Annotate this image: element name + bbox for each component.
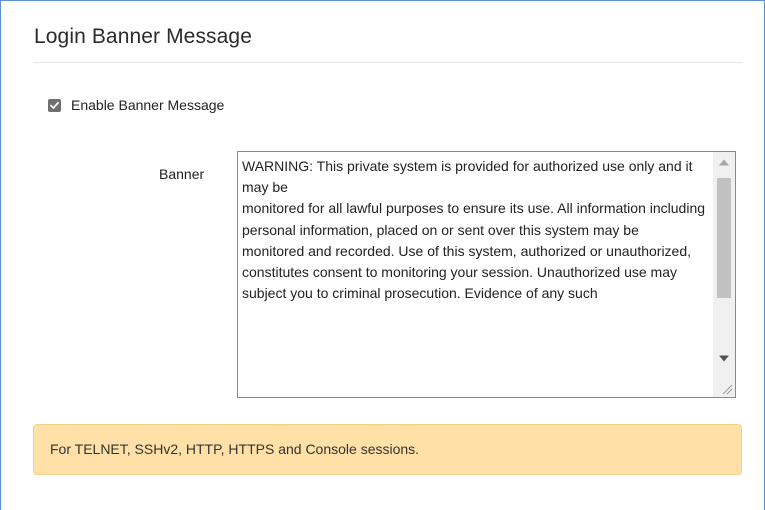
resize-grip-icon[interactable] <box>713 379 735 397</box>
banner-textarea[interactable]: WARNING: This private system is provided… <box>237 151 736 398</box>
enable-banner-row[interactable]: Enable Banner Message <box>48 97 224 113</box>
scrollbar-thumb[interactable] <box>717 178 731 298</box>
session-notice: For TELNET, SSHv2, HTTP, HTTPS and Conso… <box>33 424 742 475</box>
scroll-down-arrow-icon[interactable] <box>713 348 735 368</box>
scroll-up-arrow-icon[interactable] <box>713 152 735 172</box>
textarea-scrollbar[interactable] <box>713 152 735 380</box>
checkmark-icon <box>50 101 59 109</box>
enable-banner-label: Enable Banner Message <box>71 97 225 113</box>
enable-banner-checkbox[interactable] <box>48 98 61 112</box>
login-banner-panel: Login Banner Message Enable Banner Messa… <box>0 0 765 510</box>
banner-text[interactable]: WARNING: This private system is provided… <box>242 156 712 304</box>
session-notice-text: For TELNET, SSHv2, HTTP, HTTPS and Conso… <box>50 441 420 457</box>
banner-field-label: Banner <box>159 166 205 182</box>
panel-title: Login Banner Message <box>34 25 252 48</box>
title-divider <box>33 62 743 63</box>
